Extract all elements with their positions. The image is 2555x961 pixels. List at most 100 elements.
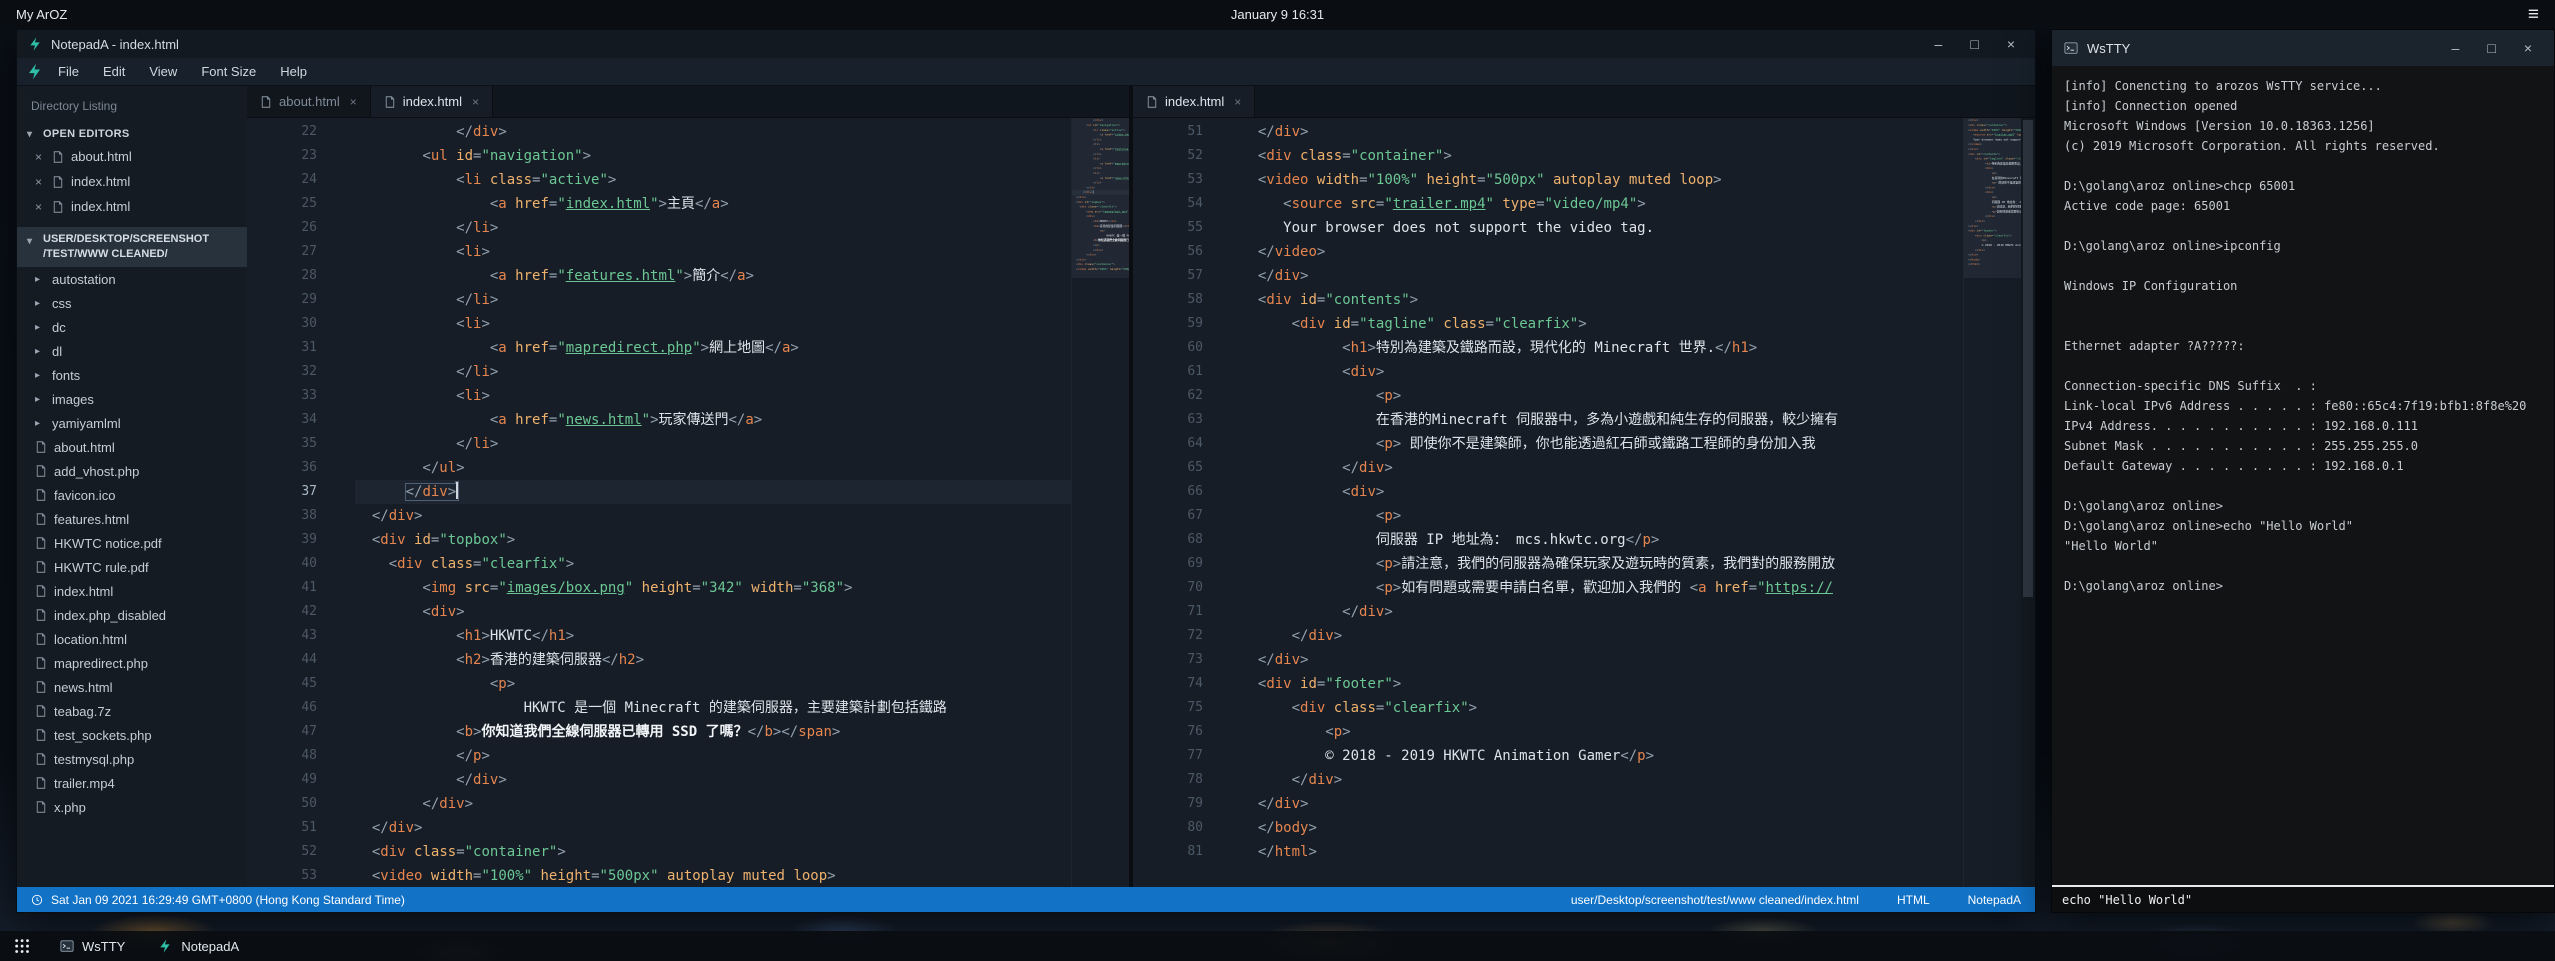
terminal-line — [2064, 356, 2542, 376]
line-number: 70 — [1133, 576, 1203, 600]
editor-tab[interactable]: about.html× — [247, 86, 371, 117]
minimap[interactable]: </div> <ul id="navigation"> <li class="a… — [1071, 118, 1129, 887]
scrollbar-thumb[interactable] — [2023, 120, 2033, 597]
open-editors-header[interactable]: ▾ OPEN EDITORS — [17, 124, 247, 144]
tab-close-icon[interactable]: × — [1234, 95, 1241, 109]
tree-folder[interactable]: ▸fonts — [17, 363, 247, 387]
file-icon — [35, 753, 47, 765]
terminal-input[interactable]: echo "Hello World" — [2052, 885, 2554, 912]
maximize-icon[interactable]: □ — [2487, 40, 2495, 56]
tree-file[interactable]: HKWTC notice.pdf — [17, 531, 247, 555]
close-editor-icon[interactable]: × — [35, 175, 45, 189]
tree-file[interactable]: location.html — [17, 627, 247, 651]
tree-folder[interactable]: ▸dl — [17, 339, 247, 363]
menu-help[interactable]: Help — [268, 64, 319, 79]
open-editors-label: OPEN EDITORS — [43, 128, 130, 140]
line-number: 44 — [247, 648, 317, 672]
code-line: <source src="trailer.mp4" type="video/mp… — [1241, 192, 1963, 216]
status-language-mode[interactable]: HTML — [1897, 893, 1930, 907]
menu-view[interactable]: View — [137, 64, 189, 79]
menu-file[interactable]: File — [46, 64, 91, 79]
tree-folder[interactable]: ▸autostation — [17, 267, 247, 291]
code-line: </html> — [1964, 262, 2021, 267]
tree-folder[interactable]: ▸images — [17, 387, 247, 411]
line-number: 40 — [247, 552, 317, 576]
tree-file[interactable]: favicon.ico — [17, 483, 247, 507]
tree-file[interactable]: index.php_disabled — [17, 603, 247, 627]
notepada-titlebar[interactable]: NotepadA - index.html – □ × — [17, 30, 2035, 58]
editor-tab[interactable]: index.html× — [371, 86, 493, 117]
line-number: 72 — [1133, 624, 1203, 648]
tree-file[interactable]: add_vhost.php — [17, 459, 247, 483]
code-line: <div class="container"> — [355, 840, 1071, 864]
code-line: </div> — [355, 504, 1071, 528]
minimap[interactable]: </div> <div class="container"> <video wi… — [1963, 118, 2021, 887]
code-line: </ul> — [355, 456, 1071, 480]
tree-file[interactable]: mapredirect.php — [17, 651, 247, 675]
terminal-line: Active code page: 65001 — [2064, 196, 2542, 216]
code-line: </div> — [1241, 120, 1963, 144]
tree-file[interactable]: x.php — [17, 795, 247, 819]
line-number: 33 — [247, 384, 317, 408]
tree-file[interactable]: features.html — [17, 507, 247, 531]
close-icon[interactable]: × — [2524, 40, 2532, 56]
line-number: 27 — [247, 240, 317, 264]
taskbar-item-wstty[interactable]: WsTTY — [44, 931, 141, 961]
tree-folder[interactable]: ▸yamiyamlml — [17, 411, 247, 435]
open-editor-item[interactable]: ×about.html — [17, 144, 247, 169]
vertical-scrollbar[interactable] — [2021, 118, 2035, 887]
close-editor-icon[interactable]: × — [35, 150, 45, 164]
file-icon — [35, 705, 47, 717]
os-brand[interactable]: My ArOZ — [16, 7, 67, 22]
app-launcher-button[interactable] — [0, 931, 44, 961]
line-number: 31 — [247, 336, 317, 360]
wstty-titlebar[interactable]: WsTTY – □ × — [2052, 30, 2554, 66]
window-controls: – □ × — [1935, 36, 2025, 52]
minimize-icon[interactable]: – — [2452, 40, 2460, 56]
tab-close-icon[interactable]: × — [350, 95, 357, 109]
terminal-line: Ethernet adapter ?A?????: — [2064, 336, 2542, 356]
tree-file[interactable]: trailer.mp4 — [17, 771, 247, 795]
line-number: 60 — [1133, 336, 1203, 360]
tab-close-icon[interactable]: × — [472, 95, 479, 109]
minimize-icon[interactable]: – — [1935, 36, 1943, 52]
code-area[interactable]: </div> <div class="container"> <video wi… — [1225, 118, 1963, 887]
tree-folder[interactable]: ▸css — [17, 291, 247, 315]
code-area[interactable]: </div> <ul id="navigation"> <li class="a… — [339, 118, 1071, 887]
clock-icon — [31, 894, 43, 906]
maximize-icon[interactable]: □ — [1970, 36, 1978, 52]
line-number: 62 — [1133, 384, 1203, 408]
tree-file[interactable]: about.html — [17, 435, 247, 459]
line-number: 74 — [1133, 672, 1203, 696]
close-icon[interactable]: × — [2007, 36, 2015, 52]
chevron-right-icon: ▸ — [35, 346, 45, 357]
line-number: 26 — [247, 216, 317, 240]
file-label: trailer.mp4 — [54, 776, 115, 791]
tree-folder[interactable]: ▸dc — [17, 315, 247, 339]
code-line: </video> — [1241, 240, 1963, 264]
taskbar-item-notepada[interactable]: NotepadA — [141, 931, 255, 961]
workspace-header[interactable]: ▾ USER/DESKTOP/SCREENSHOT /TEST/WWW CLEA… — [17, 227, 247, 267]
open-editor-item[interactable]: ×index.html — [17, 194, 247, 219]
editor-tab[interactable]: index.html× — [1133, 86, 1255, 117]
menu-font-size[interactable]: Font Size — [189, 64, 268, 79]
line-number: 37 — [247, 480, 317, 504]
hamburger-menu-icon[interactable]: ≡ — [2528, 5, 2539, 24]
tree-file[interactable]: HKWTC rule.pdf — [17, 555, 247, 579]
tree-file[interactable]: news.html — [17, 675, 247, 699]
file-icon — [35, 465, 47, 477]
line-number: 52 — [247, 840, 317, 864]
close-editor-icon[interactable]: × — [35, 200, 45, 214]
tree-file[interactable]: index.html — [17, 579, 247, 603]
code-line: </div> — [1241, 792, 1963, 816]
tree-file[interactable]: test_sockets.php — [17, 723, 247, 747]
tree-file[interactable]: teabag.7z — [17, 699, 247, 723]
open-editor-item[interactable]: ×index.html — [17, 169, 247, 194]
code-line: <video width="100%" height="500px" autop… — [355, 864, 1071, 887]
tree-file[interactable]: testmysql.php — [17, 747, 247, 771]
terminal-output[interactable]: [info] Conencting to arozos WsTTY servic… — [2052, 66, 2554, 885]
menu-edit[interactable]: Edit — [91, 64, 137, 79]
menu-items: FileEditViewFont SizeHelp — [46, 63, 319, 81]
file-label: teabag.7z — [54, 704, 111, 719]
line-number: 79 — [1133, 792, 1203, 816]
